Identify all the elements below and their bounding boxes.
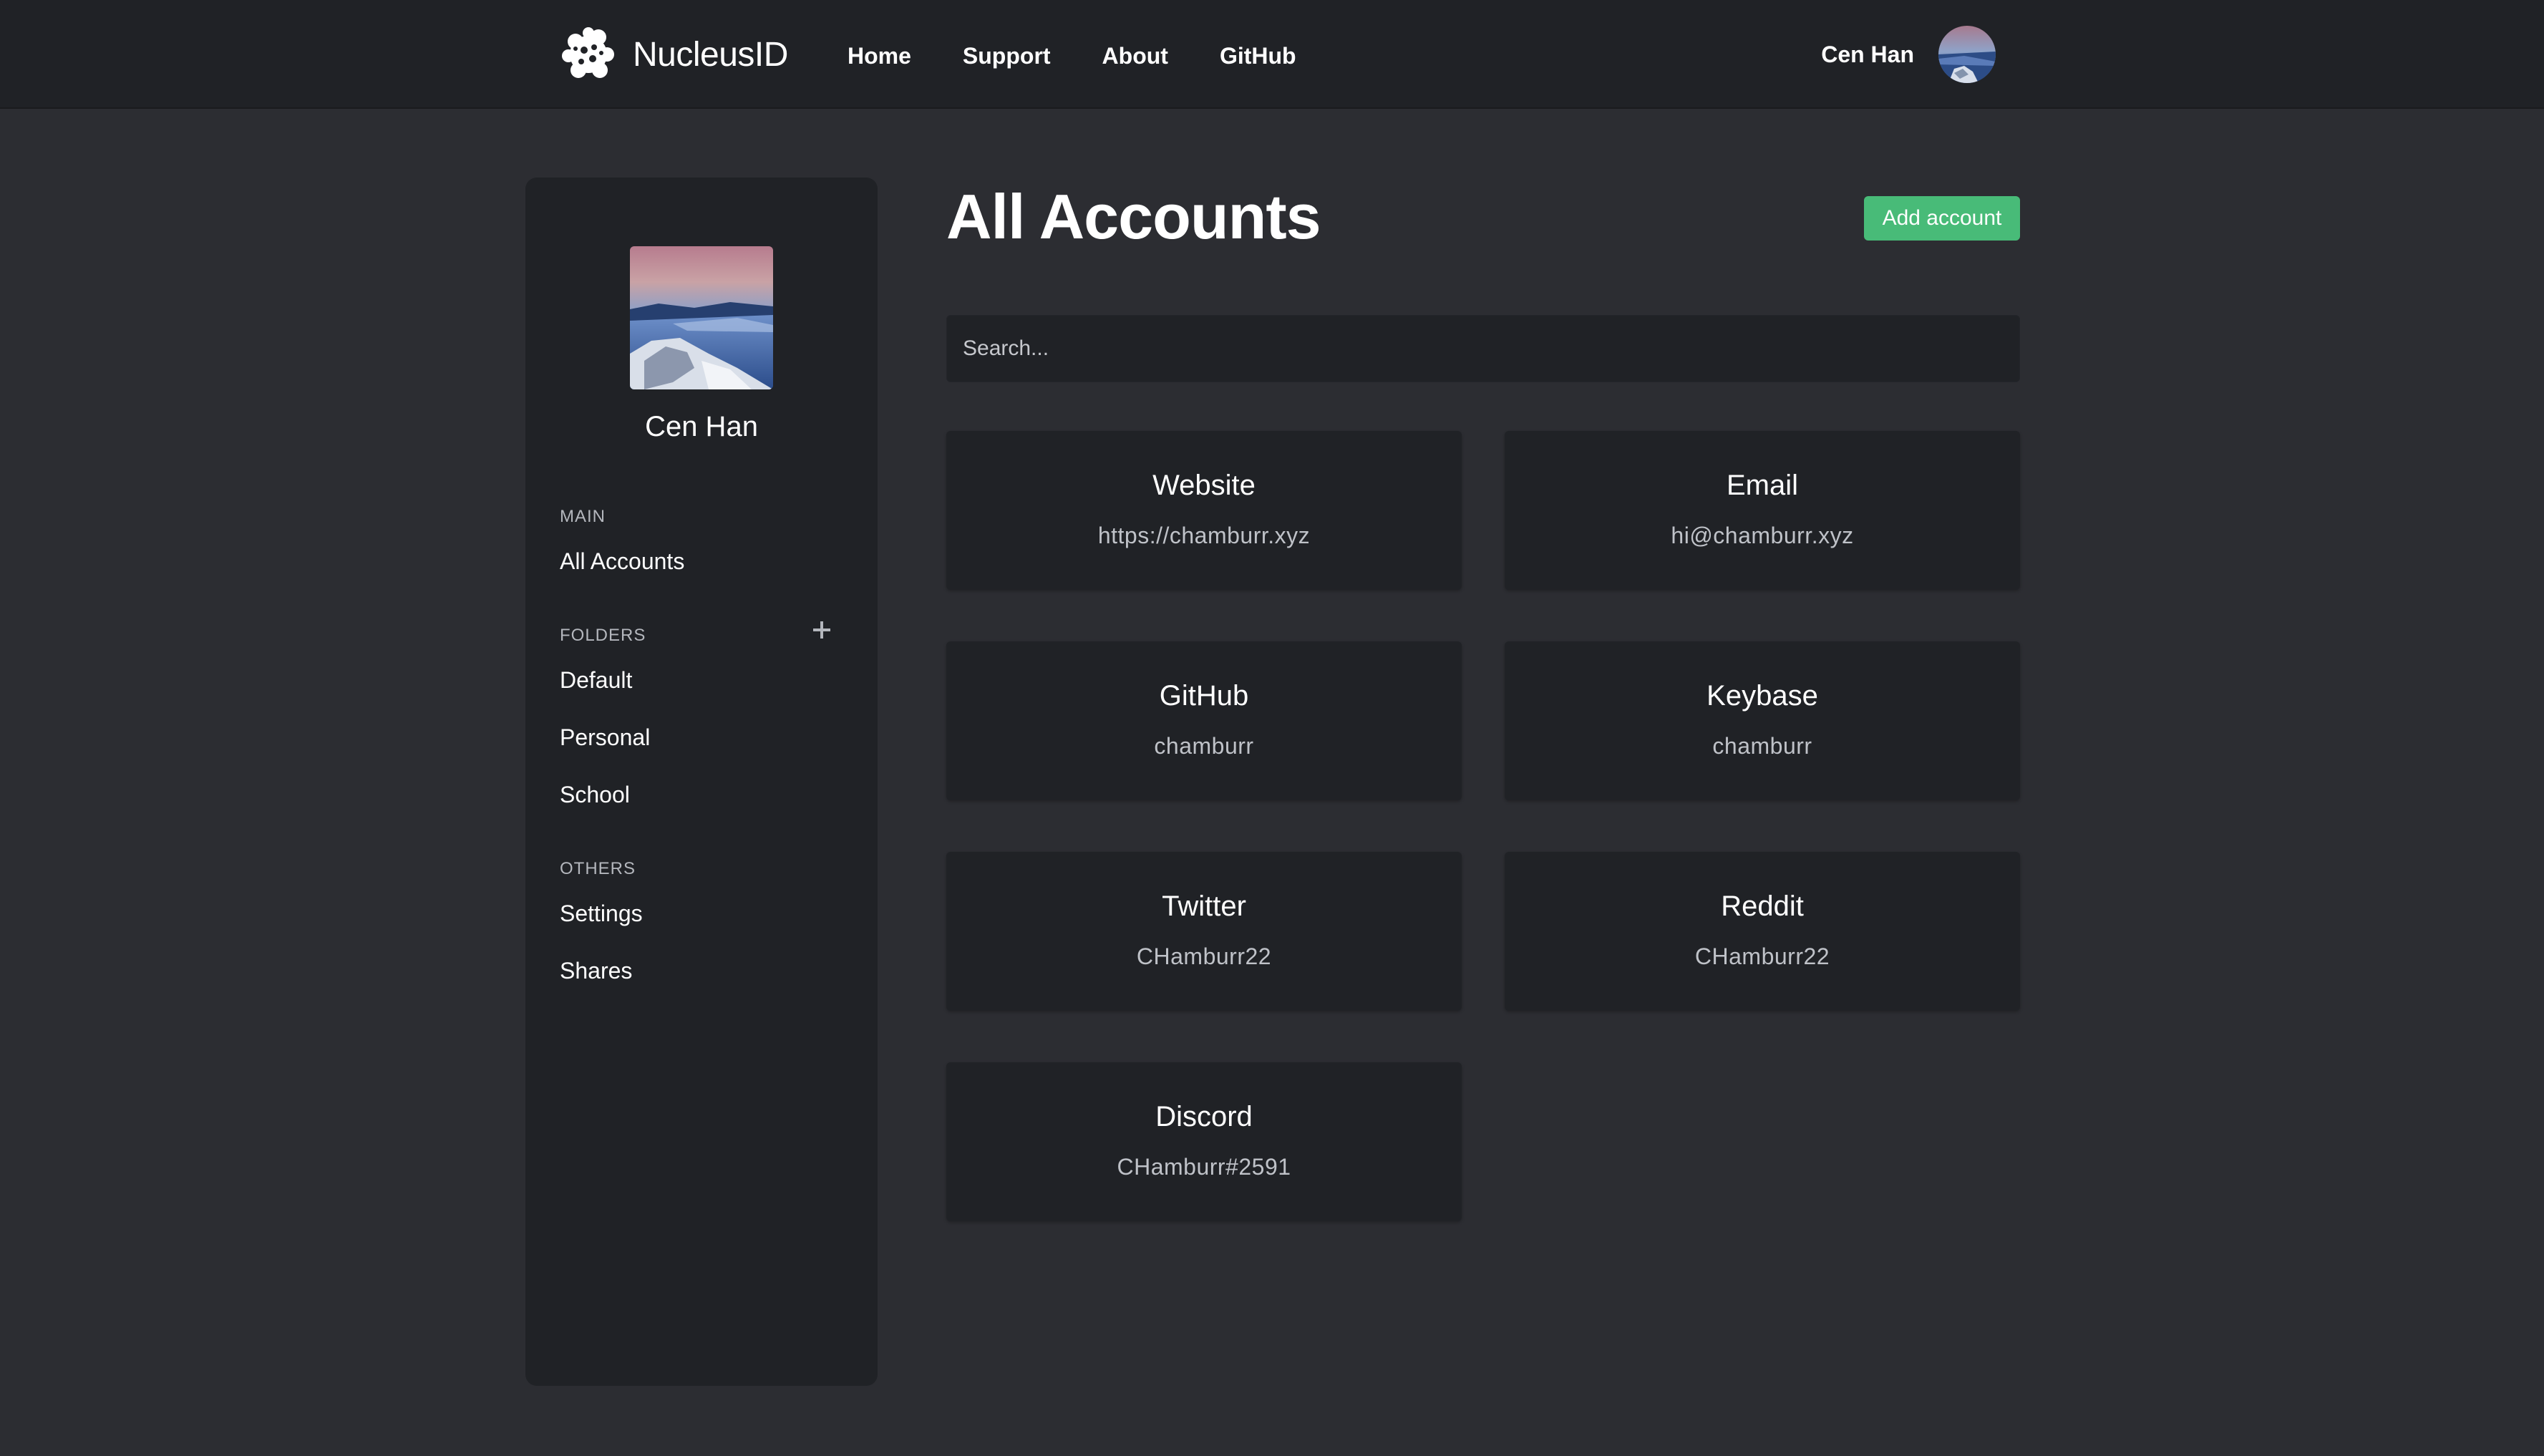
sidebar-item-personal[interactable]: Personal bbox=[560, 724, 650, 751]
account-card-website[interactable]: Website https://chamburr.xyz bbox=[946, 431, 1462, 590]
search-input[interactable] bbox=[946, 315, 2020, 382]
top-navbar: NucleusID Home Support About GitHub Cen … bbox=[0, 0, 2544, 109]
nucleus-logo-icon bbox=[562, 27, 614, 78]
account-card-github[interactable]: GitHub chamburr bbox=[946, 641, 1462, 800]
account-value: chamburr bbox=[1154, 733, 1254, 759]
nav-link-github[interactable]: GitHub bbox=[1220, 43, 1296, 69]
account-value: hi@chamburr.xyz bbox=[1671, 523, 1854, 548]
section-label-folders: FOLDERS bbox=[560, 626, 646, 645]
account-value: CHamburr22 bbox=[1136, 943, 1272, 969]
account-name: Reddit bbox=[1721, 890, 1804, 922]
sidebar: Cen Han MAIN All Accounts FOLDERS Defaul… bbox=[525, 178, 878, 1386]
account-card-discord[interactable]: Discord CHamburr#2591 bbox=[946, 1062, 1462, 1221]
section-label-others: OTHERS bbox=[560, 859, 636, 878]
profile-picture bbox=[630, 246, 773, 389]
sidebar-item-all-accounts[interactable]: All Accounts bbox=[560, 548, 684, 575]
nav-link-home[interactable]: Home bbox=[848, 43, 911, 69]
brand-name: NucleusID bbox=[633, 35, 788, 74]
sidebar-item-default[interactable]: Default bbox=[560, 667, 632, 694]
user-menu[interactable]: Cen Han bbox=[1821, 26, 1996, 83]
account-name: Twitter bbox=[1162, 890, 1246, 922]
sidebar-item-school[interactable]: School bbox=[560, 782, 630, 808]
account-value: CHamburr22 bbox=[1694, 943, 1830, 969]
profile-name: Cen Han bbox=[645, 411, 758, 442]
avatar[interactable] bbox=[1938, 26, 1996, 83]
account-value: chamburr bbox=[1712, 733, 1812, 759]
account-name: GitHub bbox=[1159, 680, 1249, 712]
account-card-reddit[interactable]: Reddit CHamburr22 bbox=[1505, 852, 2020, 1011]
nav-link-support[interactable]: Support bbox=[963, 43, 1051, 69]
account-name: Website bbox=[1152, 470, 1256, 501]
add-account-button[interactable]: Add account bbox=[1864, 196, 2020, 241]
account-card-twitter[interactable]: Twitter CHamburr22 bbox=[946, 852, 1462, 1011]
nav-link-about[interactable]: About bbox=[1102, 43, 1168, 69]
section-label-main: MAIN bbox=[560, 507, 606, 526]
account-name: Discord bbox=[1155, 1101, 1253, 1132]
plus-icon[interactable] bbox=[809, 617, 835, 643]
account-name: Keybase bbox=[1706, 680, 1818, 712]
sidebar-item-settings[interactable]: Settings bbox=[560, 901, 643, 927]
account-card-email[interactable]: Email hi@chamburr.xyz bbox=[1505, 431, 2020, 590]
brand-link[interactable]: NucleusID bbox=[560, 26, 788, 83]
account-name: Email bbox=[1726, 470, 1799, 501]
user-name: Cen Han bbox=[1821, 41, 1914, 67]
account-value: CHamburr#2591 bbox=[1117, 1154, 1291, 1180]
account-card-keybase[interactable]: Keybase chamburr bbox=[1505, 641, 2020, 800]
account-value: https://chamburr.xyz bbox=[1097, 523, 1311, 548]
nav-links: Home Support About GitHub bbox=[848, 36, 1348, 76]
sidebar-item-shares[interactable]: Shares bbox=[560, 958, 632, 984]
page-title: All Accounts bbox=[946, 181, 1321, 252]
